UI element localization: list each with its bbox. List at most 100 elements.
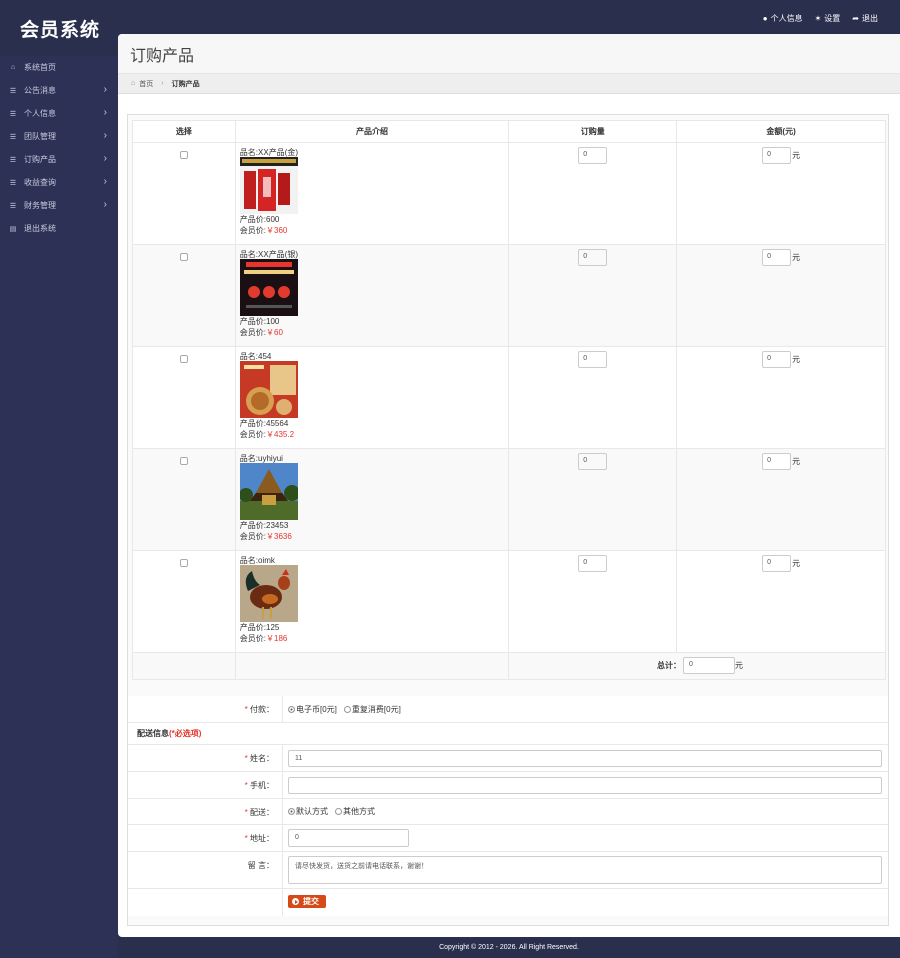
select-checkbox[interactable] [179, 457, 188, 465]
delivery-option-default[interactable]: 默认方式 [288, 806, 328, 817]
list-icon: ☰ [9, 110, 17, 118]
top-link-profile[interactable]: ● 个人信息 [763, 13, 803, 24]
list-icon: ☰ [9, 156, 17, 164]
amount-field: 0 [762, 453, 792, 470]
amount-field: 0 [762, 249, 792, 266]
chevron-right-icon: › [103, 107, 107, 118]
payment-row: * 付款： 电子币[0元] 重复消费[0元] [128, 696, 888, 723]
amount-field: 0 [762, 351, 792, 368]
sidebar-item-earnings[interactable]: ☰ 收益查询 › [0, 171, 118, 194]
table-row: 品名:oimk 产品价:125 会员价:￥186 0 0 元 [132, 550, 886, 653]
list-icon: ☰ [9, 202, 17, 210]
member-price: 60 [274, 328, 283, 337]
play-circle-icon [292, 898, 299, 905]
sidebar-item-home[interactable]: ⌂ 系统首页 [0, 56, 118, 79]
amount-field: 0 [762, 147, 792, 164]
home-icon: ⌂ [10, 64, 16, 71]
delivery-option-other[interactable]: 其他方式 [335, 806, 375, 817]
main-content: 订购产品 ⌂ 首页 › 订购产品 选择 产品介绍 订购量 金额(元) 品名:XX… [118, 34, 900, 937]
product-image [239, 361, 298, 418]
sidebar-item-profile[interactable]: ☰ 个人信息 › [0, 102, 118, 125]
radio-button[interactable] [343, 705, 351, 713]
payment-label: 付款： [250, 705, 274, 714]
chevron-right-icon: › [103, 199, 107, 210]
column-header: 选择 [132, 120, 236, 143]
quantity-input[interactable]: 0 [578, 351, 608, 368]
name-field[interactable]: 11 [288, 749, 882, 767]
member-price: 360 [274, 226, 288, 235]
quantity-input[interactable]: 0 [578, 147, 608, 164]
sidebar-item-team[interactable]: ☰ 团队管理 › [0, 125, 118, 148]
name-row: * 姓名： 11 [128, 745, 888, 772]
submit-button[interactable]: 提交 [288, 895, 326, 908]
select-checkbox[interactable] [179, 151, 188, 159]
product-price: 45564 [266, 419, 289, 428]
delivery-section-title: 配送信息 (*必选项) [128, 723, 888, 745]
breadcrumb: ⌂ 首页 › 订购产品 [118, 74, 900, 94]
list-icon: ☰ [9, 179, 17, 187]
payment-option-ecash[interactable]: 电子币[0元] [288, 704, 337, 715]
list-icon: ☰ [9, 87, 17, 95]
chevron-right-icon: › [103, 84, 107, 95]
phone-field[interactable] [288, 776, 882, 794]
member-price: 186 [274, 634, 288, 643]
product-image [239, 157, 298, 214]
select-checkbox[interactable] [179, 253, 188, 261]
home-icon: ⌂ [131, 80, 136, 87]
breadcrumb-home[interactable]: 首页 [139, 79, 153, 89]
member-price: 3636 [274, 532, 292, 541]
product-name: 454 [258, 352, 272, 361]
sidebar-item-order[interactable]: ☰ 订购产品 › [0, 148, 118, 171]
total-row: 总计： 0 元 [132, 652, 886, 680]
top-bar: 会员系统 ● 个人信息 ✶ 设置 ➦ 退出 [0, 0, 900, 41]
product-price: 100 [266, 317, 280, 326]
phone-row: * 手机： [128, 772, 888, 799]
table-row: 品名:uyhiyui 产品价:23453 会员价:￥3636 0 0 元 [132, 448, 886, 551]
page-title: 订购产品 [130, 48, 195, 65]
exit-icon: ▤ [9, 225, 17, 233]
product-image [239, 565, 298, 622]
quantity-input[interactable]: 0 [578, 453, 608, 470]
address-field[interactable]: 0 [288, 829, 409, 847]
member-price: 435.2 [274, 430, 295, 439]
brand-logo: 会员系统 [20, 20, 101, 41]
product-image [239, 259, 298, 316]
delivery-row: * 配送： 默认方式 其他方式 [128, 799, 888, 825]
amount-field: 0 [762, 555, 792, 572]
page-header: 订购产品 [118, 34, 900, 74]
sidebar-item-logout[interactable]: ▤ 退出系统 [0, 217, 118, 240]
product-name: XX产品(金) [258, 148, 299, 157]
user-icon: ● [762, 14, 768, 23]
quantity-input[interactable]: 0 [578, 555, 608, 572]
total-field: 0 [683, 657, 735, 674]
gear-icon: ✶ [814, 14, 822, 23]
payment-option-repeat[interactable]: 重复消费[0元] [343, 704, 401, 715]
footer: Copyright © 2012 - 2026. All Right Reser… [439, 944, 579, 951]
product-price: 600 [266, 215, 280, 224]
table-row: 品名:454 产品价:45564 会员价:￥435.2 0 0 元 [132, 346, 886, 449]
top-link-logout[interactable]: ➦ 退出 [852, 13, 878, 24]
sidebar-item-notices[interactable]: ☰ 公告消息 › [0, 79, 118, 102]
chevron-right-icon: › [103, 176, 107, 187]
product-price: 23453 [266, 521, 289, 530]
logout-icon: ➦ [852, 14, 859, 23]
select-checkbox[interactable] [179, 355, 188, 363]
product-image [239, 463, 298, 520]
sidebar-item-finance[interactable]: ☰ 财务管理 › [0, 194, 118, 217]
list-icon: ☰ [9, 133, 17, 141]
radio-button[interactable] [288, 808, 295, 815]
radio-button[interactable] [288, 705, 295, 713]
product-name: XX产品(银) [258, 250, 299, 259]
chevron-right-icon: › [103, 130, 107, 141]
message-textarea[interactable]: 请尽快发货，送货之前请电话联系，谢谢！ [288, 856, 882, 884]
select-checkbox[interactable] [179, 559, 188, 567]
product-price: 125 [266, 623, 280, 632]
table-row: 品名:XX产品(银) 产品价:100 会员价:￥60 0 0 元 [132, 244, 886, 347]
quantity-input[interactable]: 0 [578, 249, 608, 266]
top-link-settings[interactable]: ✶ 设置 [815, 13, 841, 24]
total-label: 总计： [657, 661, 681, 670]
table-row: 品名:XX产品(金) 产品价:600 会员价:￥360 0 0 元 [132, 142, 886, 245]
chevron-right-icon: › [161, 80, 164, 87]
radio-button[interactable] [335, 808, 342, 815]
product-name: uyhiyui [258, 454, 283, 463]
